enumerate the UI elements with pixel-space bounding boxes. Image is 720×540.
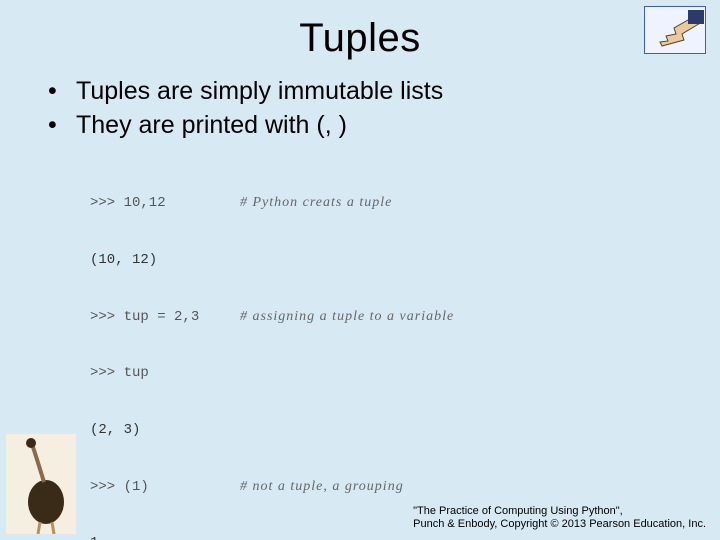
code-line: >>> 10,12	[90, 194, 240, 213]
code-comment: # assigning a tuple to a variable	[240, 308, 454, 327]
bullet-item: They are printed with (, )	[48, 109, 700, 143]
code-line: (2, 3)	[90, 421, 240, 440]
code-line: >>> tup = 2,3	[90, 308, 240, 327]
code-line: >>> (1)	[90, 478, 240, 497]
footer-citation: "The Practice of Computing Using Python"…	[413, 505, 706, 533]
footer-line: "The Practice of Computing Using Python"…	[413, 505, 706, 519]
bullet-list: Tuples are simply immutable lists They a…	[48, 75, 700, 143]
code-comment: # Python creats a tuple	[240, 194, 392, 213]
code-line: (10, 12)	[90, 251, 240, 270]
code-line: >>> tup	[90, 364, 240, 383]
pointing-hand-icon	[644, 6, 706, 54]
code-block: >>> 10,12# Python creats a tuple (10, 12…	[90, 157, 700, 540]
ostrich-image	[6, 434, 76, 534]
code-comment: # not a tuple, a grouping	[240, 478, 404, 497]
footer-line: Punch & Enbody, Copyright © 2013 Pearson…	[413, 518, 706, 532]
code-line: 1	[90, 534, 240, 540]
slide-title: Tuples	[20, 16, 700, 61]
slide: Tuples Tuples are simply immutable lists…	[0, 0, 720, 540]
bullet-item: Tuples are simply immutable lists	[48, 75, 700, 109]
